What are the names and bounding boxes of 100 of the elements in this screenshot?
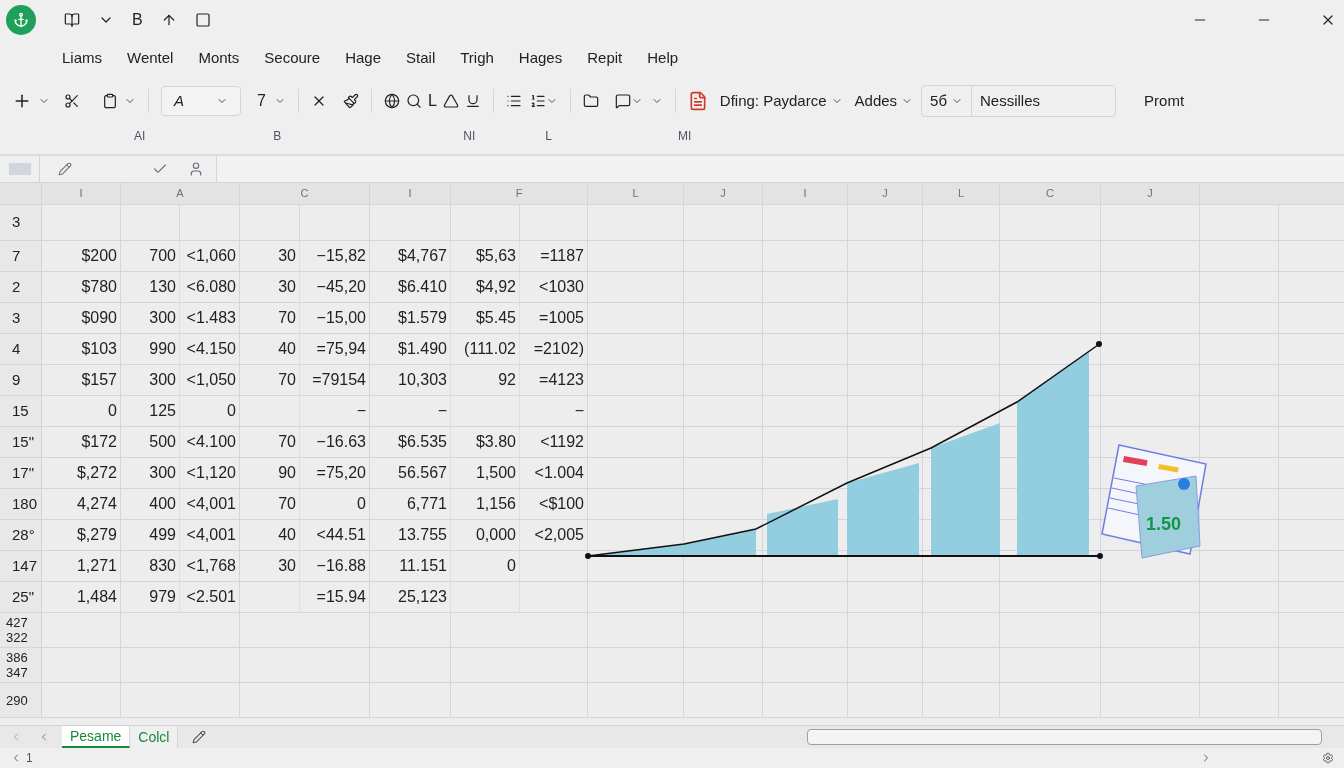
table-cell-text: 125 bbox=[149, 401, 176, 421]
row-header[interactable]: 7 bbox=[0, 241, 42, 271]
menu-item[interactable]: Liams bbox=[62, 46, 102, 70]
column-header[interactable]: I bbox=[42, 183, 121, 204]
column-header[interactable]: L bbox=[588, 183, 684, 204]
menu-item[interactable]: Hage bbox=[345, 46, 382, 70]
table-cell-text: 130 bbox=[149, 277, 176, 297]
row-header[interactable]: 3 bbox=[0, 303, 42, 333]
addes-dropdown[interactable]: Addes bbox=[854, 89, 914, 113]
square-icon[interactable] bbox=[194, 12, 211, 28]
column-header[interactable]: J bbox=[848, 183, 923, 204]
name-field-value[interactable]: Nessilles bbox=[972, 89, 1049, 113]
table-cell-text: =4123 bbox=[539, 370, 584, 390]
paintbrush-icon[interactable] bbox=[342, 93, 359, 109]
table-cell-text: 700 bbox=[149, 246, 176, 266]
table-cell-text: −16.63 bbox=[316, 432, 366, 452]
row-header[interactable]: 4 bbox=[0, 334, 42, 364]
column-header[interactable]: L bbox=[923, 183, 1000, 204]
pencil-icon[interactable] bbox=[58, 162, 72, 176]
book-icon[interactable] bbox=[64, 12, 80, 28]
table-cell-text: $157 bbox=[81, 370, 117, 390]
table-cell-text: =75,94 bbox=[316, 339, 366, 359]
row-header[interactable]: 347 bbox=[6, 665, 41, 680]
row-header[interactable]: 9 bbox=[0, 365, 42, 395]
scissors-icon[interactable] bbox=[64, 93, 80, 109]
table-cell-text: $6.410 bbox=[398, 277, 447, 297]
menu-item[interactable]: Hages bbox=[518, 46, 563, 70]
row-header[interactable]: 427 bbox=[6, 615, 41, 630]
table-cell-text: <2,005 bbox=[534, 525, 584, 545]
table-cell-text: −45,20 bbox=[316, 277, 366, 297]
table-cell-text: <4,001 bbox=[186, 494, 236, 514]
table-cell-text: 4,274 bbox=[76, 494, 117, 514]
search-icon[interactable] bbox=[405, 93, 422, 109]
table-cell-text: 25,123 bbox=[398, 587, 447, 607]
row-header[interactable]: 25" bbox=[0, 582, 42, 612]
row-header[interactable]: 28° bbox=[0, 520, 42, 550]
table-cell-text: <1,768 bbox=[186, 556, 236, 576]
settings-icon[interactable] bbox=[1322, 752, 1334, 764]
table-cell-text: <4.150 bbox=[186, 339, 236, 359]
bold-button[interactable]: B bbox=[132, 8, 143, 32]
menu-item[interactable]: Wentel bbox=[127, 46, 174, 70]
row-header[interactable]: 17" bbox=[0, 458, 42, 488]
group-label: MI bbox=[678, 128, 692, 145]
triangle-icon[interactable] bbox=[442, 93, 459, 109]
column-header[interactable]: J bbox=[684, 183, 763, 204]
menu-item[interactable]: Stail bbox=[406, 46, 436, 70]
clipboard-icon[interactable] bbox=[102, 93, 118, 109]
table-cell-text: 13.755 bbox=[398, 525, 447, 545]
menu-item[interactable]: Help bbox=[647, 46, 679, 70]
menu-item[interactable]: Monts bbox=[198, 46, 240, 70]
row-header[interactable]: 15" bbox=[0, 427, 42, 457]
column-header[interactable]: C bbox=[240, 183, 370, 204]
font-size-dropdown[interactable]: 7 bbox=[257, 89, 286, 113]
folder-icon[interactable] bbox=[582, 93, 599, 109]
row-header[interactable]: 180 bbox=[0, 489, 42, 519]
invoice-sticker-drawing: 1.50 bbox=[1101, 444, 1207, 559]
horizontal-scrollbar[interactable] bbox=[807, 729, 1322, 745]
table-cell-text: −15,00 bbox=[316, 308, 366, 328]
number-format-dropdown[interactable]: 5б bbox=[922, 86, 973, 116]
sheet-tab[interactable]: Pesame bbox=[62, 726, 131, 748]
numbered-list-icon[interactable] bbox=[529, 93, 546, 109]
pencil-icon[interactable] bbox=[192, 730, 207, 744]
table-cell-text: <1192 bbox=[540, 432, 584, 452]
table-cell-text: <1.483 bbox=[186, 308, 236, 328]
list-icon[interactable] bbox=[505, 93, 522, 109]
table-cell-text: 0,000 bbox=[475, 525, 516, 545]
table-cell-text: 6,771 bbox=[406, 494, 447, 514]
column-header[interactable]: J bbox=[1101, 183, 1200, 204]
table-cell-text: <4.100 bbox=[186, 432, 236, 452]
menu-item[interactable]: Repit bbox=[587, 46, 623, 70]
row-header[interactable]: 15 bbox=[0, 396, 42, 426]
page-number: 1 bbox=[26, 750, 33, 767]
table-cell-text: =15.94 bbox=[316, 587, 366, 607]
menu-item[interactable]: Trigh bbox=[460, 46, 494, 70]
table-cell-text: =1187 bbox=[540, 246, 584, 266]
row-header[interactable]: 3 bbox=[0, 205, 42, 240]
underline-icon[interactable] bbox=[464, 93, 481, 109]
globe-icon[interactable] bbox=[383, 93, 400, 109]
table-cell-text: <1,060 bbox=[186, 246, 236, 266]
column-header[interactable]: C bbox=[1000, 183, 1101, 204]
comment-icon[interactable] bbox=[614, 93, 631, 109]
table-cell-text: $1.579 bbox=[398, 308, 447, 328]
row-header[interactable]: 2 bbox=[0, 272, 42, 302]
column-header[interactable]: I bbox=[763, 183, 848, 204]
row-header[interactable]: 386 bbox=[6, 650, 41, 665]
table-cell-text: <1,050 bbox=[186, 370, 236, 390]
table-cell-text: 70 bbox=[278, 494, 296, 514]
column-header[interactable]: A bbox=[121, 183, 240, 204]
table-cell-text: 70 bbox=[278, 370, 296, 390]
style-dropdown[interactable]: Dfing: Paydarce bbox=[719, 89, 843, 113]
column-header[interactable]: I bbox=[370, 183, 451, 204]
menu-item[interactable]: Secoure bbox=[264, 46, 321, 70]
anchor-icon bbox=[13, 12, 29, 28]
row-header[interactable]: 322 bbox=[6, 630, 41, 645]
sheet-tab[interactable]: Colcl bbox=[130, 726, 179, 748]
column-header[interactable]: F bbox=[451, 183, 588, 204]
font-dropdown[interactable]: A bbox=[161, 86, 241, 116]
text-tool[interactable]: L bbox=[427, 89, 437, 113]
row-header[interactable]: 147 bbox=[0, 551, 42, 581]
table-cell-text: <$100 bbox=[539, 494, 584, 514]
